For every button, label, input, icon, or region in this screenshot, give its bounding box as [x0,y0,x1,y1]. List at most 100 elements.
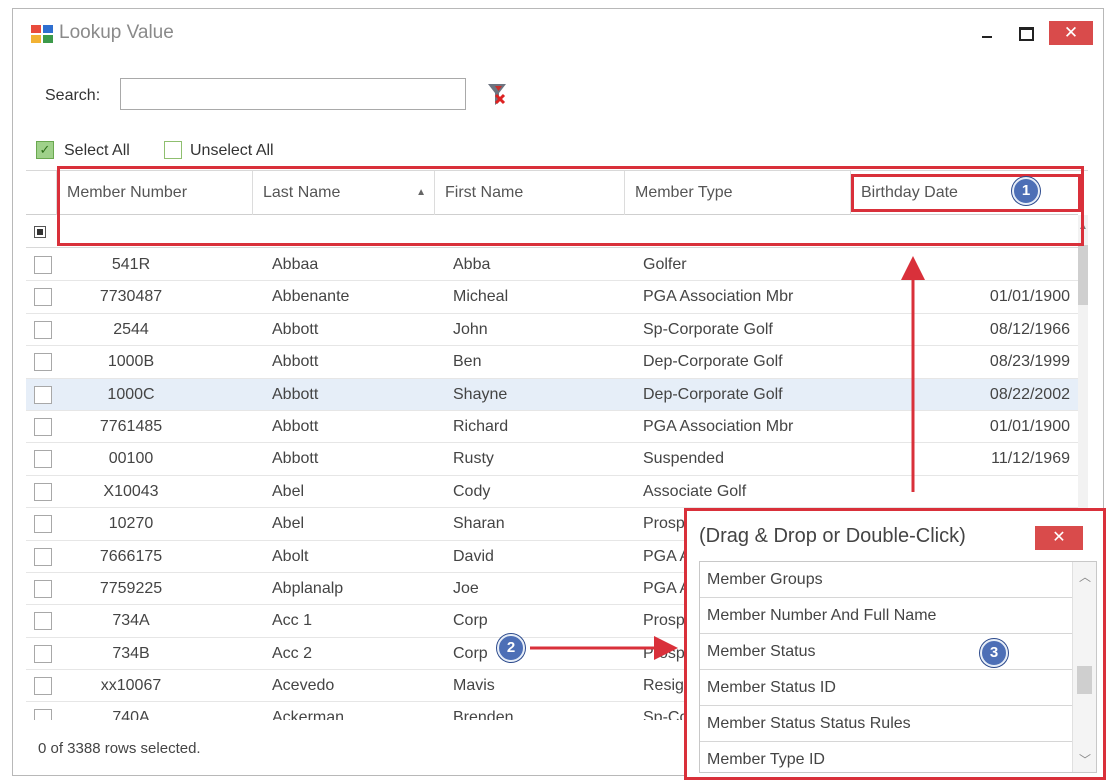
status-text: 0 of 3388 rows selected. [38,740,201,757]
last-name-cell: Ackerman [272,709,345,720]
row-checkbox[interactable] [34,417,52,436]
member-number-cell: X10043 [103,482,159,500]
member-number-cell: 2544 [113,320,149,338]
member-number-cell: 10270 [108,515,154,533]
last-name-cell: Abbott [272,320,319,338]
scroll-up-icon[interactable]: ︿ [1073,568,1096,585]
table-row[interactable]: 1000C Abbott Shayne Dep-Corporate Golf 08/22… [26,378,1078,411]
row-checkbox[interactable] [34,612,52,631]
member-type-cell: Golfer [643,256,687,273]
birthday-column-highlight [851,174,1081,212]
row-checkbox[interactable] [34,482,52,501]
row-checkbox[interactable] [34,644,52,663]
first-name-cell: Micheal [453,288,509,306]
chooser-field-item[interactable]: Member Status [700,634,1072,670]
first-name-cell: Abba [453,256,491,273]
row-checkbox[interactable] [34,320,52,339]
table-row[interactable]: 2544 Abbott John Sp-Corporate Golf 08/12/196… [26,314,1078,347]
last-name-cell: Acc 1 [272,612,313,630]
column-chooser-dialog: (Drag & Drop or Double-Click) ✕ Member G… [684,508,1106,780]
select-all-checkbox[interactable]: ✓ [36,141,54,159]
row-checkbox[interactable] [34,256,52,274]
birthday-date-cell [866,476,1074,508]
member-number-cell: 00100 [108,450,154,468]
filter-row-checkbox-icon[interactable] [34,226,46,238]
chooser-field-item[interactable]: Member Number And Full Name [700,598,1072,634]
birthday-date-cell: 08/22/2002 [989,385,1070,403]
table-row[interactable]: 1000B Abbott Ben Dep-Corporate Golf 08/23/19… [26,346,1078,379]
member-type-cell: Dep-Corporate Golf [643,385,783,403]
member-type-cell: Associate Golf [643,482,747,500]
member-number-cell: 740A [112,709,150,720]
member-number-cell: 541R [111,256,151,273]
first-name-cell: Corp [453,644,488,662]
last-name-cell: Acevedo [272,677,335,695]
member-type-cell: Dep-Corporate Golf [643,353,783,371]
clear-filter-icon[interactable] [486,82,508,108]
search-input[interactable] [120,78,466,110]
last-name-cell: Abel [272,515,305,533]
last-name-cell: Abolt [272,547,309,565]
maximize-button[interactable] [1011,21,1039,45]
row-checkbox[interactable] [34,515,52,534]
row-checkbox[interactable] [34,353,52,372]
first-name-cell: Corp [453,612,488,630]
first-name-cell: Richard [453,417,509,435]
row-checkbox[interactable] [34,677,52,696]
member-number-cell: 7730487 [99,288,163,306]
chooser-field-item[interactable]: Member Type ID [700,742,1072,772]
row-checkbox[interactable] [34,385,52,404]
table-row[interactable]: 7730487 Abbenante Micheal PGA Association M… [26,281,1078,314]
first-name-cell: Sharan [453,515,505,533]
row-checkbox[interactable] [34,709,52,720]
chooser-field-item[interactable]: Member Status ID [700,670,1072,706]
chooser-scrollbar[interactable]: ︿ ﹀ [1072,562,1096,772]
scroll-thumb[interactable] [1078,245,1088,305]
last-name-cell: Abbaa [272,256,319,273]
table-row[interactable]: 00100 Abbott Rusty Suspended 11/12/1969 [26,443,1078,476]
scroll-down-icon[interactable]: ﹀ [1073,751,1096,768]
member-type-cell: Sp-Corporate Golf [643,320,773,338]
callout-badge-3: 3 [980,639,1008,667]
callout-badge-2: 2 [497,634,525,662]
scroll-thumb[interactable] [1077,666,1092,694]
unselect-all-label[interactable]: Unselect All [190,142,274,160]
first-name-cell: Rusty [453,450,494,468]
member-number-cell: 734B [112,644,150,662]
table-row[interactable]: 7761485 Abbott Richard PGA Association Mbr 0… [26,411,1078,444]
member-number-cell: 734A [112,612,150,630]
row-checkbox[interactable] [34,288,52,307]
last-name-cell: Abbott [272,450,319,468]
chooser-field-list: Member Groups Member Number And Full Name… [699,561,1097,773]
last-name-cell: Acc 2 [272,644,313,662]
row-checkbox[interactable] [34,579,52,598]
member-type-cell: PGA Association Mbr [643,288,794,306]
table-row[interactable]: X10043 Abel Cody Associate Golf [26,476,1078,509]
member-number-cell: xx10067 [100,677,162,695]
birthday-date-cell [866,249,1074,281]
table-row[interactable]: 541R Abbaa Abba Golfer [26,249,1078,282]
first-name-cell: Shayne [453,385,508,403]
search-label: Search: [45,87,101,104]
chooser-field-item[interactable]: Member Groups [700,562,1072,598]
app-icon [31,25,53,43]
unselect-all-checkbox[interactable] [164,141,182,159]
first-name-cell: Ben [453,353,482,371]
chooser-close-button[interactable]: ✕ [1035,526,1083,550]
minimize-button[interactable] [973,21,1001,45]
last-name-cell: Abbott [272,385,319,403]
close-button[interactable]: ✕ [1049,21,1093,45]
birthday-date-cell: 01/01/1900 [989,417,1070,435]
row-checkbox[interactable] [34,450,52,469]
member-number-cell: 1000C [107,385,155,403]
window-title: Lookup Value [59,22,174,43]
select-all-label[interactable]: Select All [64,142,130,160]
chooser-field-item[interactable]: Member Status Status Rules [700,706,1072,742]
member-type-cell: Suspended [643,450,724,468]
chooser-title: (Drag & Drop or Double-Click) [699,525,966,547]
first-name-cell: John [453,320,488,338]
row-checkbox[interactable] [34,547,52,566]
first-name-cell: Brenden [453,709,514,720]
callout-badge-1: 1 [1012,177,1040,205]
birthday-date-cell: 01/01/1900 [989,288,1070,306]
